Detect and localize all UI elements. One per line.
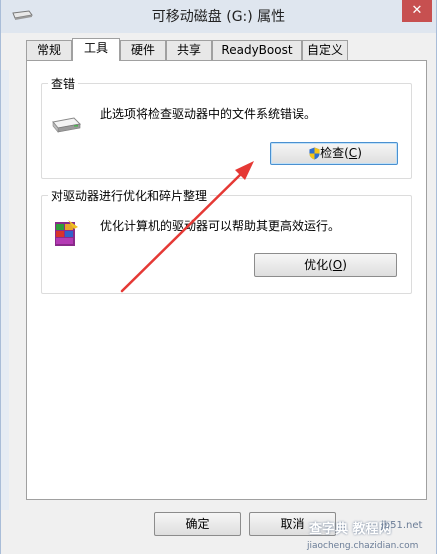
watermark-line-2: jb51.net	[381, 520, 423, 531]
watermark-line-3: jiaocheng.chazidian.com	[307, 541, 419, 551]
watermark: 查字典 教程网 jb51.net jiaocheng.chazidian.com	[303, 518, 437, 554]
tab-tools[interactable]: 工具	[72, 38, 120, 61]
watermark-line-1: 查字典 教程网	[309, 522, 392, 537]
annotation-arrow	[120, 161, 254, 293]
properties-window: 可移动磁盘 (G:) 属性 ✕ 常规 工具 硬件 共享 ReadyBoost 自…	[0, 0, 437, 554]
